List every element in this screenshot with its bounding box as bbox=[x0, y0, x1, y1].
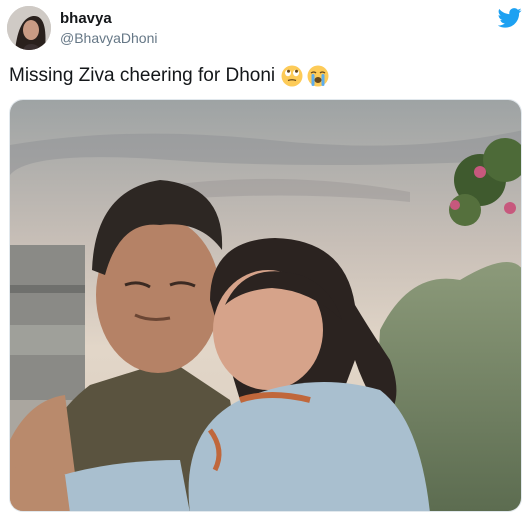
tweet-photo[interactable] bbox=[9, 99, 522, 512]
display-name[interactable]: bhavya bbox=[60, 10, 112, 27]
tweet-text-content: Missing Ziva cheering for Dhoni bbox=[9, 65, 276, 86]
avatar[interactable] bbox=[7, 6, 51, 50]
user-handle[interactable]: @BhavyaDhoni bbox=[60, 30, 158, 46]
loudly-crying-emoji bbox=[307, 65, 329, 87]
twitter-bird-icon[interactable] bbox=[498, 8, 522, 28]
eye-roll-emoji bbox=[281, 65, 303, 87]
tweet-text: Missing Ziva cheering for Dhoni bbox=[9, 65, 329, 87]
